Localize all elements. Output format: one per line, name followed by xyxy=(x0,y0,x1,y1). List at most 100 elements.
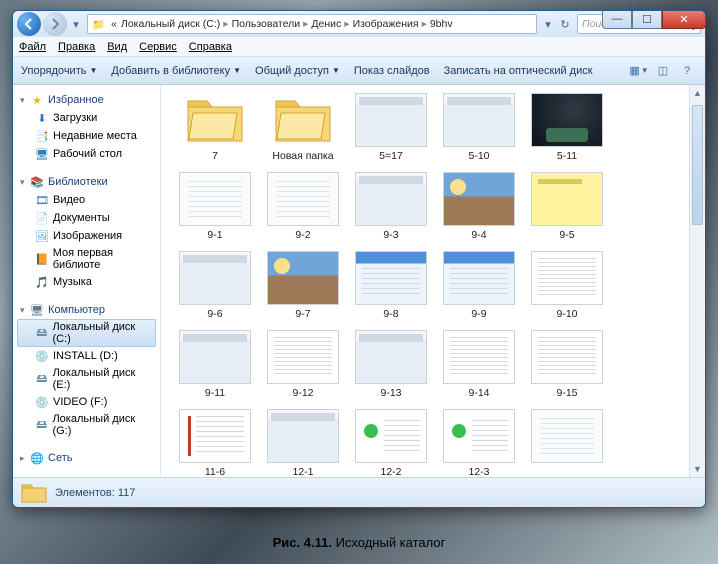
breadcrumb-2[interactable]: Денис xyxy=(309,18,343,30)
file-label: 9-3 xyxy=(383,229,398,241)
pc-icon: 🖥 xyxy=(30,303,44,317)
file-item[interactable]: 9-1 xyxy=(173,172,257,241)
history-dropdown[interactable]: ▾ xyxy=(69,18,83,31)
thumbnail xyxy=(179,409,251,463)
status-count-value: 117 xyxy=(118,487,136,499)
add-to-library-button[interactable]: Добавить в библиотеку▼ xyxy=(111,65,241,77)
file-item[interactable]: 9-11 xyxy=(173,330,257,399)
file-item[interactable]: 9-8 xyxy=(349,251,433,320)
file-item[interactable]: 5-11 xyxy=(525,93,609,162)
file-item[interactable]: 5-10 xyxy=(437,93,521,162)
content-area[interactable]: 7Новая папка5=175-105-119-19-29-39-49-59… xyxy=(161,85,689,477)
address-bar[interactable]: 📁 « Локальный диск (C:) ▸ Пользователи ▸… xyxy=(87,14,537,34)
file-item[interactable]: 5=17 xyxy=(349,93,433,162)
sidebar-item-Изображения[interactable]: 🖼Изображения xyxy=(17,227,156,245)
address-dropdown[interactable]: ▾ xyxy=(541,18,555,31)
status-bar: Элементов: 117 xyxy=(13,477,705,507)
close-button[interactable]: ✕ xyxy=(662,10,706,29)
figure-caption: Рис. 4.11. Исходный каталог xyxy=(0,535,718,550)
preview-pane-button[interactable]: ◫ xyxy=(653,61,673,81)
sidebar-item-Локальный диск (E:)[interactable]: 🖴Локальный диск (E:) xyxy=(17,365,156,393)
maximize-button[interactable]: ☐ xyxy=(632,10,662,29)
hdd-icon: 🖴 xyxy=(35,372,49,386)
hdd-icon: 🖴 xyxy=(35,326,49,340)
sidebar-item-Локальный диск (C:)[interactable]: 🖴Локальный диск (C:) xyxy=(17,319,156,347)
file-item[interactable]: 9-13 xyxy=(349,330,433,399)
nav-back-button[interactable] xyxy=(17,12,41,36)
sidebar-item-Рабочий стол[interactable]: 🖥Рабочий стол xyxy=(17,145,156,163)
sidebar-item-VIDEO (F:)[interactable]: 💿VIDEO (F:) xyxy=(17,393,156,411)
file-item[interactable]: 12-3 xyxy=(437,409,521,477)
file-item[interactable]: 9-14 xyxy=(437,330,521,399)
organize-button[interactable]: Упорядочить▼ xyxy=(21,65,97,77)
file-item[interactable]: 9-12 xyxy=(261,330,345,399)
sidebar-item-Загрузки[interactable]: ⬇Загрузки xyxy=(17,109,156,127)
hdd-icon: 🖴 xyxy=(35,418,48,432)
file-item[interactable]: 9-5 xyxy=(525,172,609,241)
scroll-up-button[interactable]: ▲ xyxy=(690,85,705,101)
vertical-scrollbar[interactable]: ▲ ▼ xyxy=(689,85,705,477)
file-item[interactable] xyxy=(525,409,609,477)
file-item[interactable]: 9-6 xyxy=(173,251,257,320)
menu-tools[interactable]: Сервис xyxy=(139,41,177,53)
view-mode-button[interactable]: ▦▼ xyxy=(629,61,649,81)
sidebar-item-INSTALL (D:)[interactable]: 💿INSTALL (D:) xyxy=(17,347,156,365)
video-icon: 🎞 xyxy=(35,193,49,207)
nav-forward-button[interactable] xyxy=(43,12,67,36)
menu-help[interactable]: Справка xyxy=(189,41,232,53)
file-item[interactable]: 11-6 xyxy=(173,409,257,477)
sidebar-item-Недавние места[interactable]: 📑Недавние места xyxy=(17,127,156,145)
share-button[interactable]: Общий доступ▼ xyxy=(255,65,340,77)
sidebar-group-Библиотеки[interactable]: ▾📚Библиотеки xyxy=(17,173,156,191)
file-item[interactable]: 9-4 xyxy=(437,172,521,241)
sidebar-item-Моя первая библиоте[interactable]: 📙Моя первая библиоте xyxy=(17,245,156,273)
thumbnail xyxy=(355,93,427,147)
file-item[interactable]: 9-2 xyxy=(261,172,345,241)
slideshow-button[interactable]: Показ слайдов xyxy=(354,65,430,77)
navigation-pane: ▾★Избранное⬇Загрузки📑Недавние места🖥Рабо… xyxy=(13,85,161,477)
scroll-track[interactable] xyxy=(690,101,705,461)
menu-edit[interactable]: Правка xyxy=(58,41,95,53)
thumbnail xyxy=(179,172,251,226)
file-label: 9-14 xyxy=(468,387,489,399)
burn-button[interactable]: Записать на оптический диск xyxy=(444,65,593,77)
file-item[interactable]: 9-10 xyxy=(525,251,609,320)
file-label: 9-12 xyxy=(292,387,313,399)
file-item[interactable]: 9-15 xyxy=(525,330,609,399)
sidebar-group-Компьютер[interactable]: ▾🖥Компьютер xyxy=(17,301,156,319)
file-item[interactable]: 12-1 xyxy=(261,409,345,477)
thumbnail xyxy=(179,251,251,305)
desk-icon: 🖥 xyxy=(35,147,49,161)
scroll-down-button[interactable]: ▼ xyxy=(690,461,705,477)
sidebar-item-Музыка[interactable]: 🎵Музыка xyxy=(17,273,156,291)
menu-file[interactable]: Файл xyxy=(19,41,46,53)
scroll-thumb[interactable] xyxy=(692,105,703,225)
file-label: Новая папка xyxy=(272,150,333,162)
minimize-button[interactable]: — xyxy=(602,10,632,29)
breadcrumb-3[interactable]: Изображения xyxy=(351,18,421,30)
recent-icon: 📑 xyxy=(35,129,49,143)
sidebar-group-Сеть[interactable]: ▸🌐Сеть xyxy=(17,449,156,467)
breadcrumb-1[interactable]: Пользователи xyxy=(230,18,303,30)
thumbnail xyxy=(443,251,515,305)
refresh-button[interactable]: ↻ xyxy=(557,18,573,31)
help-button[interactable]: ? xyxy=(677,61,697,81)
cd-icon: 💿 xyxy=(35,395,49,409)
thumbnail xyxy=(179,330,251,384)
sidebar-item-Видео[interactable]: 🎞Видео xyxy=(17,191,156,209)
thumbnail xyxy=(443,93,515,147)
file-item[interactable]: 7 xyxy=(173,93,257,162)
file-item[interactable]: 9-3 xyxy=(349,172,433,241)
file-item[interactable]: 12-2 xyxy=(349,409,433,477)
file-item[interactable]: Новая папка xyxy=(261,93,345,162)
sidebar-group-Избранное[interactable]: ▾★Избранное xyxy=(17,91,156,109)
sidebar-item-Локальный диск (G:)[interactable]: 🖴Локальный диск (G:) xyxy=(17,411,156,439)
sidebar-item-Документы[interactable]: 📄Документы xyxy=(17,209,156,227)
menu-view[interactable]: Вид xyxy=(107,41,127,53)
file-item[interactable]: 9-7 xyxy=(261,251,345,320)
status-count-label: Элементов: xyxy=(55,487,115,499)
breadcrumb-4[interactable]: 9bhv xyxy=(428,18,455,30)
file-item[interactable]: 9-9 xyxy=(437,251,521,320)
breadcrumb-0[interactable]: Локальный диск (C:) xyxy=(119,18,222,30)
thumbnail xyxy=(531,330,603,384)
